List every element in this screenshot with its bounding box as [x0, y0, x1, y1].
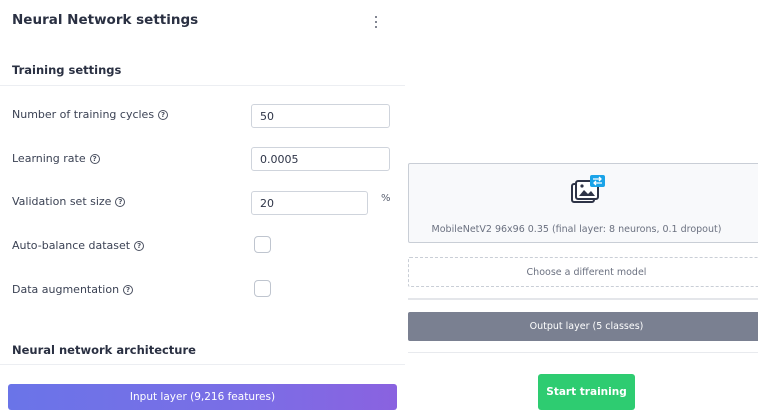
- validation-size-label-text: Validation set size: [12, 195, 112, 208]
- help-icon[interactable]: ?: [134, 240, 145, 251]
- choose-different-model-button[interactable]: Choose a different model: [408, 257, 758, 287]
- layer-separator: [408, 352, 758, 353]
- model-image-icon: [571, 175, 605, 203]
- auto-balance-checkbox[interactable]: [254, 236, 271, 253]
- architecture-title: Neural network architecture: [12, 343, 196, 357]
- output-layer-block: Output layer (5 classes): [408, 312, 758, 341]
- model-card[interactable]: MobileNetV2 96x96 0.35 (final layer: 8 n…: [408, 163, 758, 243]
- auto-balance-label: Auto-balance dataset ?: [12, 239, 145, 252]
- more-options-icon[interactable]: [373, 16, 379, 28]
- data-augmentation-label: Data augmentation ?: [12, 283, 134, 296]
- training-cycles-label: Number of training cycles ?: [12, 108, 169, 121]
- percent-unit: %: [381, 193, 391, 204]
- data-augmentation-label-text: Data augmentation: [12, 283, 120, 296]
- learning-rate-label-text: Learning rate: [12, 152, 86, 165]
- learning-rate-label: Learning rate ?: [12, 152, 100, 165]
- help-icon[interactable]: ?: [89, 153, 100, 164]
- layer-separator: [408, 298, 758, 300]
- architecture-divider: [0, 364, 405, 365]
- panel-title: Neural Network settings: [12, 12, 199, 28]
- input-layer-block: Input layer (9,216 features): [8, 384, 397, 410]
- help-icon[interactable]: ?: [123, 284, 134, 295]
- architecture-panel: MobileNetV2 96x96 0.35 (final layer: 8 n…: [405, 0, 758, 410]
- validation-size-label: Validation set size ?: [12, 195, 126, 208]
- learning-rate-input[interactable]: [251, 147, 390, 171]
- model-name: MobileNetV2 96x96 0.35 (final layer: 8 n…: [431, 224, 722, 235]
- help-icon[interactable]: ?: [115, 196, 126, 207]
- help-icon[interactable]: ?: [158, 109, 169, 120]
- auto-balance-label-text: Auto-balance dataset: [12, 239, 131, 252]
- data-augmentation-checkbox[interactable]: [254, 280, 271, 297]
- nn-settings-panel: Neural Network settings Training setting…: [0, 0, 405, 410]
- training-cycles-input[interactable]: [251, 104, 390, 128]
- training-cycles-label-text: Number of training cycles: [12, 108, 155, 121]
- validation-size-input[interactable]: [251, 191, 368, 215]
- training-settings-title: Training settings: [12, 63, 122, 77]
- section-divider: [0, 85, 405, 86]
- start-training-button[interactable]: Start training: [538, 374, 635, 410]
